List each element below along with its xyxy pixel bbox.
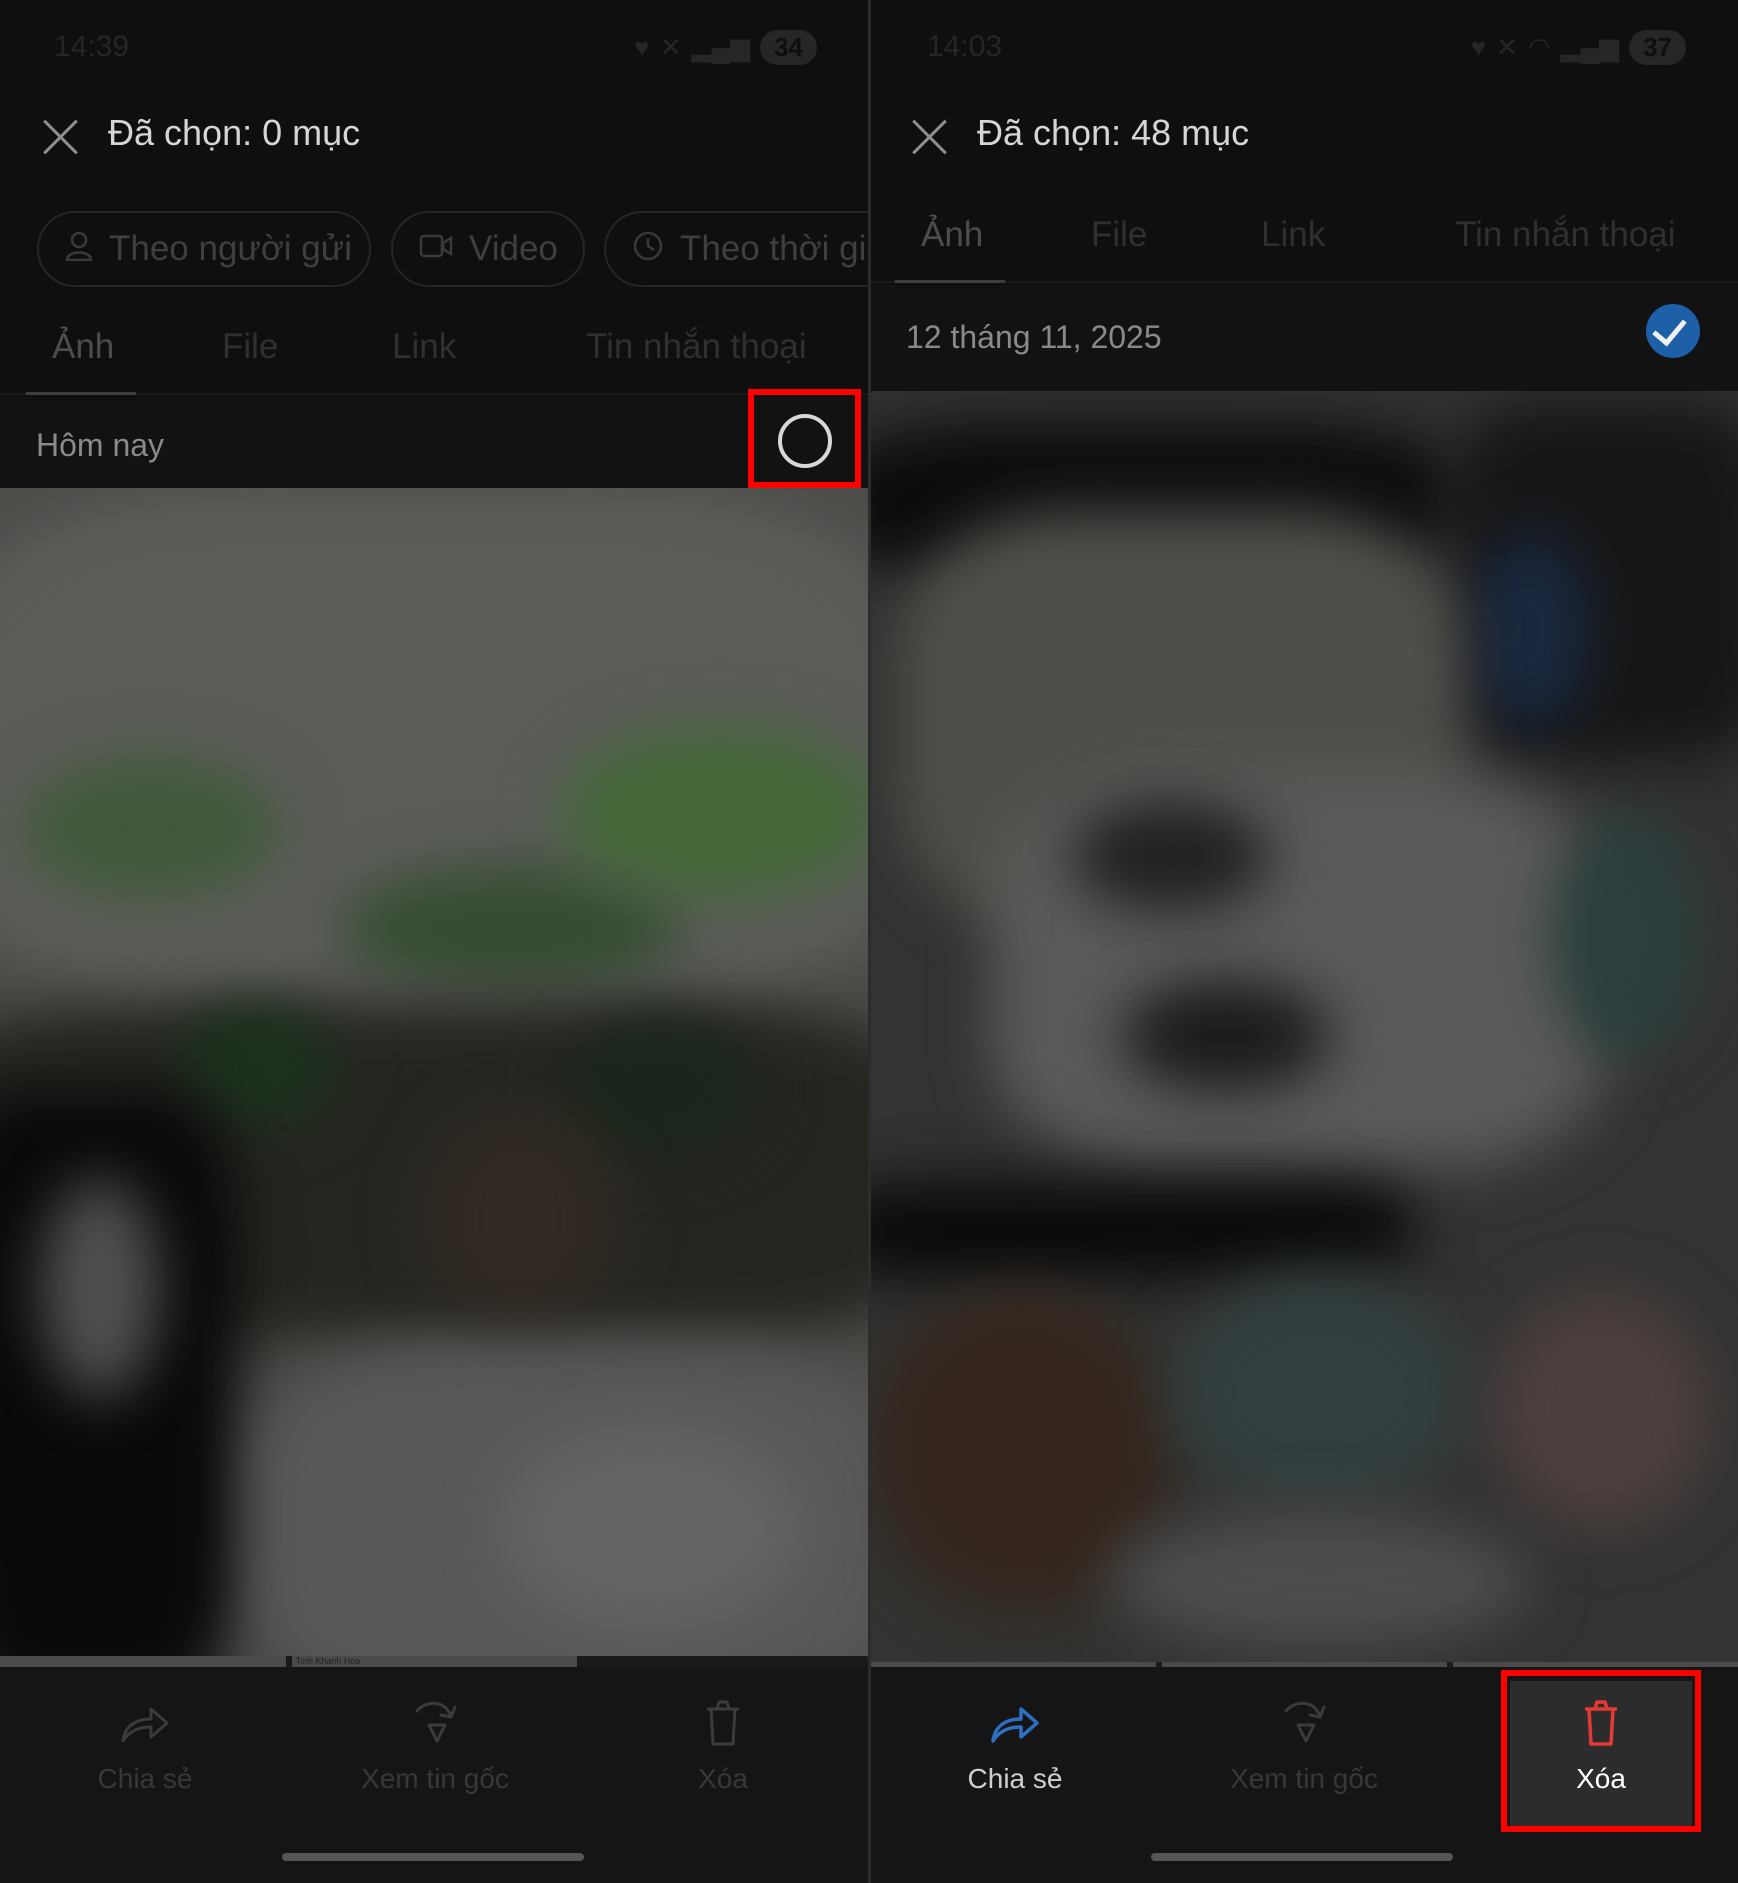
action-bar: Chia sẻ Xem tin gốc Xóa [0,1667,869,1883]
blurred-photo[interactable] [0,488,869,1656]
filter-chips: Theo người gửi Video Theo thời gia [0,205,869,295]
view-original-button[interactable]: Xem tin gốc [305,1697,565,1817]
media-tabs: Ảnh File Link Tin nhắn thoại [0,305,869,395]
tab-files[interactable]: File [222,327,278,367]
share-label: Chia sẻ [97,1763,193,1794]
mute-icon: ✕ [659,32,682,62]
status-bar: 14:39 ♥ ✕ ▂▄▆ 34 [0,0,869,90]
share-button[interactable]: Chia sẻ [15,1697,275,1817]
chip-label: Theo người gửi [109,229,352,268]
status-icons: ♥ ✕ ◠ ▂▄▆ 37 [1471,30,1686,65]
tab-photos[interactable]: Ảnh [52,327,114,367]
battery-indicator: 34 [760,30,817,65]
view-original-icon [1174,1697,1434,1753]
clock-icon [632,230,664,269]
chip-video[interactable]: Video [391,211,585,287]
thumbnail-caption: Tinh Khanh Hoa [295,1656,361,1666]
date-section-header: Hôm nay [0,397,869,488]
home-indicator[interactable] [282,1853,584,1861]
selection-header: Đã chọn: 0 mục [0,90,869,185]
share-button[interactable]: Chia sẻ [885,1697,1145,1817]
status-icons: ♥ ✕ ▂▄▆ 34 [634,30,817,65]
share-icon [885,1697,1145,1753]
delete-label: Xóa [698,1763,748,1794]
media-tabs: Ảnh File Link Tin nhắn thoại [871,193,1738,283]
share-icon [15,1697,275,1753]
section-title: Hôm nay [36,427,165,463]
view-original-label: Xem tin gốc [361,1763,509,1794]
selection-count-title: Đã chọn: 48 mục [977,112,1250,153]
battery-indicator: 37 [1629,30,1686,65]
status-time: 14:03 [927,30,1003,63]
tab-links[interactable]: Link [1261,215,1325,255]
video-icon [419,233,453,266]
trash-icon [593,1697,853,1753]
selection-count-title: Đã chọn: 0 mục [108,112,361,153]
home-indicator[interactable] [1151,1853,1453,1861]
heart-icon: ♥ [1470,32,1487,62]
highlight-box-select [748,389,861,488]
chip-by-sender[interactable]: Theo người gửi [37,211,371,287]
tab-voice-messages[interactable]: Tin nhắn thoại [586,327,807,367]
tab-files[interactable]: File [1091,215,1147,255]
mute-icon: ✕ [1496,32,1518,62]
left-screen: 14:39 ♥ ✕ ▂▄▆ 34 Đã chọn: 0 mục Theo ngư… [0,0,869,1883]
status-bar: 14:03 ♥ ✕ ◠ ▂▄▆ 37 [871,0,1738,90]
blurred-photo[interactable] [871,391,1738,1663]
delete-button[interactable]: Xóa [593,1697,853,1817]
highlight-box-delete [1501,1670,1701,1832]
close-icon[interactable] [32,108,90,166]
tab-links[interactable]: Link [392,327,456,367]
right-screen: 14:03 ♥ ✕ ◠ ▂▄▆ 37 Đã chọn: 48 mục Ảnh F… [871,0,1738,1883]
date-section-header: 12 tháng 11, 2025 [871,285,1738,391]
wifi-icon: ◠ [1527,32,1551,62]
selection-header: Đã chọn: 48 mục [871,90,1738,185]
view-original-label: Xem tin gốc [1230,1763,1378,1794]
person-icon [65,231,93,268]
share-label: Chia sẻ [967,1763,1063,1794]
section-title: 12 tháng 11, 2025 [906,319,1162,355]
active-tab-indicator [895,280,1005,283]
close-icon[interactable] [901,108,959,166]
chip-label: Video [469,229,558,268]
chip-by-time[interactable]: Theo thời gia [604,211,869,287]
view-original-icon [305,1697,565,1753]
signal-icon: ▂▄▆ [691,32,751,62]
heart-icon: ♥ [634,32,650,62]
tab-photos[interactable]: Ảnh [921,215,983,255]
view-original-button[interactable]: Xem tin gốc [1174,1697,1434,1817]
signal-icon: ▂▄▆ [1560,32,1620,62]
active-tab-indicator [26,392,136,395]
tab-voice-messages[interactable]: Tin nhắn thoại [1455,215,1676,255]
select-all-checked-icon[interactable] [1646,304,1700,358]
chip-label: Theo thời gia [680,229,869,268]
status-time: 14:39 [54,30,130,63]
